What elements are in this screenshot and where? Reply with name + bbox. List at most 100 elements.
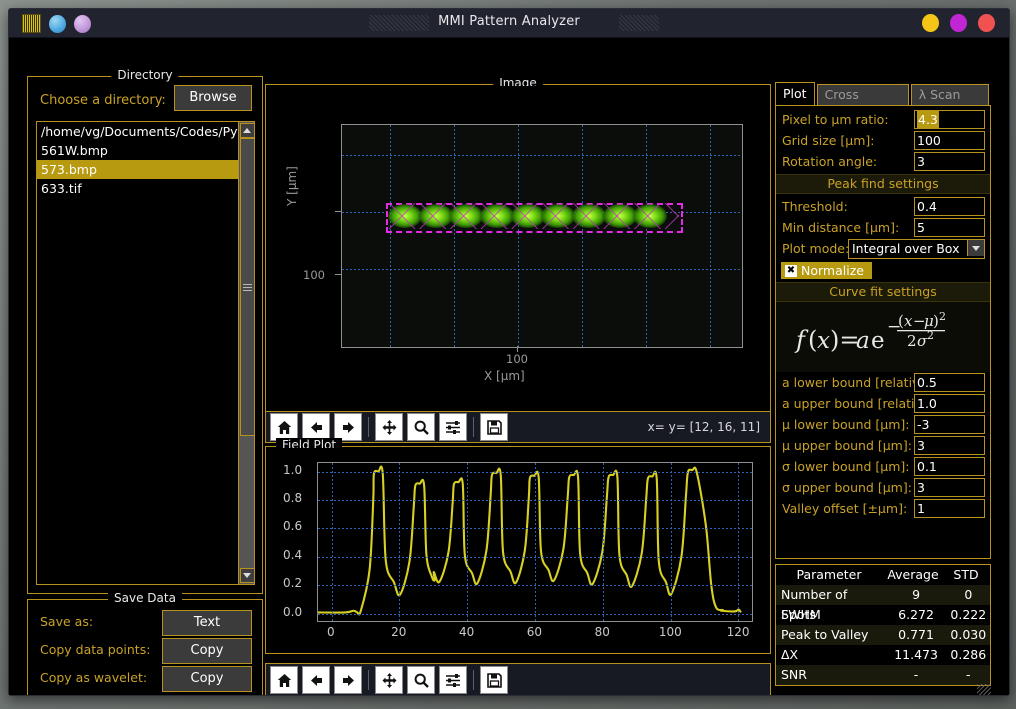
curve-fit-row: µ lower bound [µm]: -3 xyxy=(776,414,990,435)
checkbox-checked-icon: ✖ xyxy=(785,264,797,277)
home-icon[interactable] xyxy=(270,413,298,441)
field-x-tick: 100 xyxy=(658,625,682,639)
curve-fit-row: a lower bound [relative]: 0.5 xyxy=(776,372,990,393)
field-axes[interactable] xyxy=(316,462,753,622)
column-parameter: Parameter xyxy=(796,567,862,582)
coordinate-readout: x= y= [12, 16, 11] xyxy=(647,420,760,434)
curve-fit-fields: a lower bound [relative]: 0.5 a upper boun… xyxy=(776,372,990,519)
back-arrow-icon[interactable] xyxy=(302,666,330,694)
peak-find-settings-header: Peak find settings xyxy=(776,174,990,194)
save-icon[interactable] xyxy=(480,666,508,694)
list-item[interactable]: /home/vg/Documents/Codes/Python xyxy=(37,122,238,141)
directory-panel-title: Directory xyxy=(111,68,179,82)
table-row: Peak to Valley 0.771 0.030 xyxy=(776,625,990,645)
curve-fit-row: σ upper bound [µm]: 3 xyxy=(776,477,990,498)
scroll-down-arrow-icon[interactable] xyxy=(240,568,255,583)
field-grid-line-v xyxy=(331,463,333,621)
copy-as-wavelet-label: Copy as wavelet: xyxy=(40,670,148,685)
curve-fit-settings-header: Curve fit settings xyxy=(776,282,990,302)
copy-points-row: Copy data points: Copy xyxy=(38,638,252,664)
rotation-angle-input[interactable]: 3 xyxy=(914,152,985,171)
minimize-button[interactable] xyxy=(922,14,939,32)
file-list[interactable]: /home/vg/Documents/Codes/Python 561W.bmp… xyxy=(37,122,238,584)
threshold-input[interactable]: 0.4 xyxy=(914,197,985,216)
configure-subplots-icon[interactable] xyxy=(439,413,467,441)
cell-parameter: SNR xyxy=(781,667,807,682)
toolbar-separator-2 xyxy=(473,670,474,690)
toolbar-separator xyxy=(368,417,369,437)
rotation-angle-label: Rotation angle: xyxy=(782,154,878,169)
curve-fit-label: σ lower bound [µm]: xyxy=(782,459,910,474)
save-text-button[interactable]: Text xyxy=(162,610,252,636)
browse-button[interactable]: Browse xyxy=(174,85,252,111)
copy-data-points-button[interactable]: Copy xyxy=(162,638,252,664)
application-window: MMI Pattern Analyzer Directory Choose a … xyxy=(8,8,1010,696)
field-curve-path xyxy=(316,465,742,616)
cell-average: 11.473 xyxy=(894,647,938,662)
close-button[interactable] xyxy=(978,14,995,32)
curve-fit-input[interactable]: 0.5 xyxy=(914,373,985,392)
scrollbar-thumb[interactable] xyxy=(240,138,255,436)
image-axes[interactable] xyxy=(341,124,743,348)
back-arrow-icon[interactable] xyxy=(302,413,330,441)
image-y-tick-100: 100 xyxy=(303,268,325,282)
grid-size-input[interactable]: 100 xyxy=(914,131,985,150)
window-body: Directory Choose a directory: Browse /ho… xyxy=(9,38,1009,695)
zoom-icon[interactable] xyxy=(407,413,435,441)
field-y-tick: 0.8 xyxy=(283,491,303,505)
grid-line-v xyxy=(454,125,455,347)
image-y-axis-title: Y [µm] xyxy=(285,166,299,206)
resize-grip-icon[interactable] xyxy=(977,684,991,695)
zoom-icon[interactable] xyxy=(407,666,435,694)
home-icon[interactable] xyxy=(270,666,298,694)
tab-scan-plot[interactable]: λ Scan Plot xyxy=(910,84,989,121)
formula-svg: f ( x )= a e − ( x − μ ) 2 2 σ 2 xyxy=(794,310,946,354)
cell-parameter: FWHM xyxy=(781,607,821,622)
list-item[interactable]: 633.tif xyxy=(37,179,238,198)
field-y-tick: 0.2 xyxy=(283,576,303,591)
copy-wavelet-button[interactable]: Copy xyxy=(162,666,252,692)
scrollbar-grip-icon xyxy=(243,283,252,291)
tab-cross-section[interactable]: Cross Section xyxy=(816,84,909,121)
plot-mode-label: Plot mode: xyxy=(782,241,850,256)
curve-fit-input[interactable]: 3 xyxy=(914,478,985,497)
min-distance-input[interactable]: 5 xyxy=(914,218,985,237)
field-x-tick: 40 xyxy=(458,625,475,639)
scroll-up-arrow-icon[interactable] xyxy=(240,123,255,138)
curve-fit-input[interactable]: 3 xyxy=(914,436,985,455)
curve-fit-row: σ lower bound [µm]: 0.1 xyxy=(776,456,990,477)
svg-text:2: 2 xyxy=(927,329,934,342)
pan-icon[interactable] xyxy=(375,666,403,694)
normalize-checkbox[interactable]: ✖ Normalize xyxy=(781,262,872,279)
plot-mode-dropdown[interactable]: Integral over Box xyxy=(848,239,985,259)
column-average: Average xyxy=(887,567,939,582)
svg-text:x: x xyxy=(817,328,830,354)
grid-line-v xyxy=(518,125,519,347)
pixel-ratio-row: Pixel to µm ratio: 4.3 xyxy=(776,109,990,130)
grid-line-v xyxy=(390,125,391,347)
curve-fit-input[interactable]: 0.1 xyxy=(914,457,985,476)
maximize-button[interactable] xyxy=(950,14,967,32)
forward-arrow-icon[interactable] xyxy=(334,666,362,694)
toolbar-separator-2 xyxy=(473,417,474,437)
table-row: SNR - - xyxy=(776,665,990,685)
field-x-tick: 20 xyxy=(391,625,407,639)
pan-icon[interactable] xyxy=(375,413,403,441)
svg-text:f: f xyxy=(794,326,809,354)
save-data-panel: Save Data Save as: Text Copy data points… xyxy=(27,591,263,695)
list-item-selected[interactable]: 573.bmp xyxy=(37,160,238,179)
svg-text:2: 2 xyxy=(907,332,917,350)
tab-plot[interactable]: Plot xyxy=(775,82,815,106)
save-icon[interactable] xyxy=(480,413,508,441)
forward-arrow-icon[interactable] xyxy=(334,413,362,441)
curve-fit-input[interactable]: 1 xyxy=(914,499,985,518)
curve-fit-input[interactable]: -3 xyxy=(914,415,985,434)
chevron-down-icon[interactable] xyxy=(967,240,984,256)
configure-subplots-icon[interactable] xyxy=(439,666,467,694)
file-list-scrollbar[interactable] xyxy=(238,122,255,584)
curve-fit-input[interactable]: 1.0 xyxy=(914,394,985,413)
pixel-ratio-input[interactable]: 4.3 xyxy=(914,110,985,129)
list-item[interactable]: 561W.bmp xyxy=(37,141,238,160)
cell-average: - xyxy=(913,667,919,682)
svg-text:x: x xyxy=(904,312,913,330)
